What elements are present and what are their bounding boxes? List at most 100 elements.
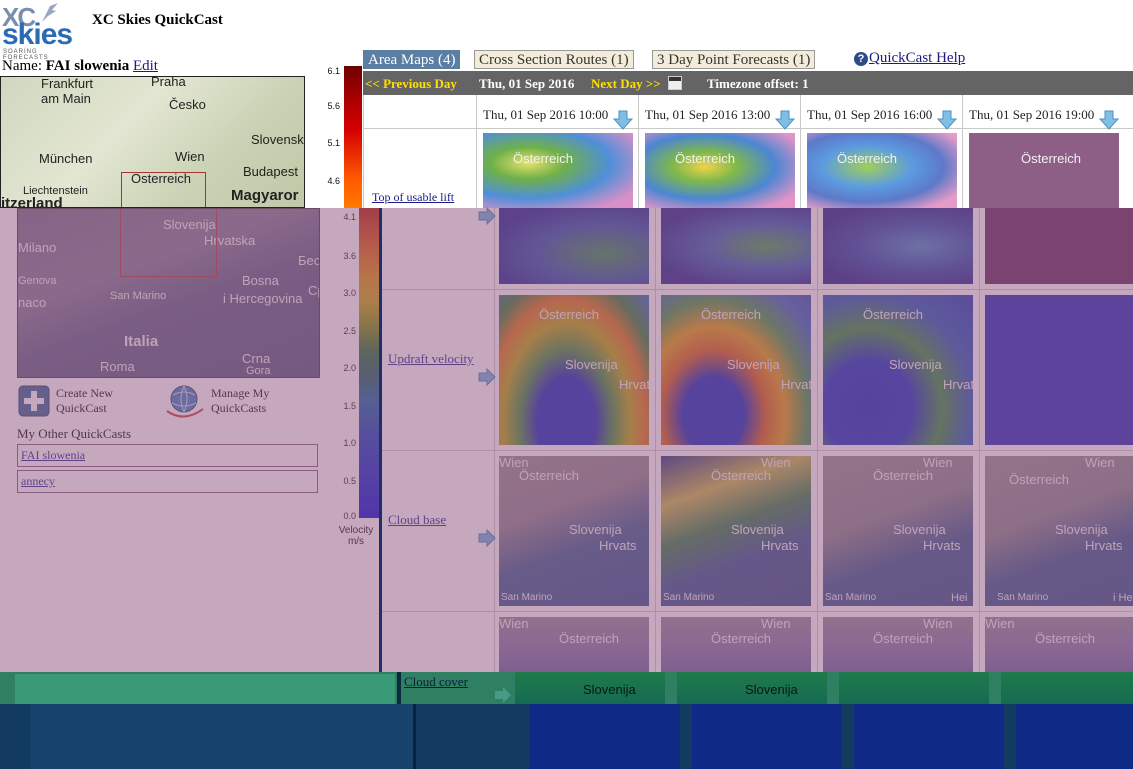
grid-line [382, 611, 1133, 612]
globe-manage-icon[interactable] [165, 383, 205, 419]
map-cloud-cover-1000[interactable]: Wien Österreich [499, 617, 649, 672]
map-top-lift-1600-lower[interactable] [823, 208, 973, 284]
grid-line [962, 95, 963, 208]
tab-area-maps[interactable]: Area Maps (4) [363, 50, 461, 69]
legend-tick: 1.5 [343, 401, 356, 411]
selection-rectangle[interactable] [120, 209, 217, 277]
map-updraft-1900[interactable] [985, 295, 1133, 445]
legend-tick: 5.1 [327, 138, 340, 148]
render-band-blue [0, 704, 1133, 769]
column-header-1000: Thu, 01 Sep 2016 10:00 [483, 107, 609, 122]
legend-tick: 3.0 [343, 288, 356, 298]
legend-tick: 4.6 [327, 176, 340, 186]
question-icon: ? [854, 52, 868, 66]
legend-tick: 3.6 [343, 251, 356, 261]
grid-line [363, 95, 364, 208]
edit-name-link[interactable]: Edit [133, 58, 158, 74]
timezone-offset: Timezone offset: 1 [707, 76, 809, 91]
tab-cross-section-routes[interactable]: Cross Section Routes (1) [474, 50, 634, 69]
map-top-lift-1300-lower[interactable] [661, 208, 811, 284]
area-minimap-lower[interactable]: Slovenija Hrvatska Milano Bosna i Herceg… [17, 208, 320, 378]
tab-point-forecasts[interactable]: 3 Day Point Forecasts (1) [652, 50, 816, 69]
grid-line [476, 95, 477, 208]
grid-line [494, 208, 495, 672]
grid-line [363, 128, 1133, 129]
map-top-lift-1300[interactable]: Österreich [645, 133, 795, 208]
map-cloud-cover-1900[interactable]: Wien Österreich [985, 617, 1133, 672]
page-title: XC Skies QuickCast [92, 12, 223, 28]
map-top-lift-1900-lower[interactable] [985, 208, 1133, 284]
area-minimap[interactable]: Praha Frankfurt am Main Česko Slovensk M… [0, 76, 305, 208]
grid-line [800, 95, 801, 208]
grid-line [979, 208, 980, 672]
selection-rectangle[interactable] [121, 172, 206, 207]
row-arrow-icon[interactable] [478, 207, 496, 225]
other-quickcasts-heading: My Other QuickCasts [17, 426, 132, 441]
download-arrow-icon[interactable] [613, 110, 633, 130]
download-arrow-icon[interactable] [775, 110, 795, 130]
row-label-cloud-base[interactable]: Cloud base [388, 512, 446, 528]
row-label-top-lift[interactable]: Top of usable lift [372, 190, 454, 205]
help-link-text[interactable]: QuickCast Help [869, 50, 965, 66]
row-arrow-icon[interactable] [478, 368, 496, 386]
map-cloud-base-1600[interactable]: Wien Österreich Slovenija Hrvats San Mar… [823, 456, 973, 606]
map-updraft-1600[interactable]: Österreich Slovenija Hrvats [823, 295, 973, 445]
row-label-cloud-cover[interactable]: Cloud cover [404, 674, 468, 690]
map-cloud-base-1000[interactable]: Wien Österreich Slovenija Hrvats San Mar… [499, 456, 649, 606]
download-arrow-icon[interactable] [937, 110, 957, 130]
legend-tick: 2.5 [343, 326, 356, 336]
list-item[interactable]: annecy [17, 470, 318, 493]
legend-tick: 0.0 [343, 511, 356, 521]
list-item[interactable]: FAI slowenia [17, 444, 318, 467]
legend-label: Velocity m/s [338, 525, 374, 547]
name-label: Name: [2, 58, 42, 74]
legend-tick: 4.1 [343, 212, 356, 222]
column-header-1300: Thu, 01 Sep 2016 13:00 [645, 107, 771, 122]
legend-tick: 5.6 [327, 101, 340, 111]
velocity-legend-top [344, 66, 362, 208]
grid-line [382, 450, 1133, 451]
map-cloud-cover-1600[interactable]: Wien Österreich [823, 617, 973, 672]
map-updraft-1000[interactable]: Österreich Slovenija Hrvats [499, 295, 649, 445]
row-arrow-icon[interactable] [494, 686, 512, 704]
map-cloud-base-1900[interactable]: Wien Österreich Slovenija Hrvats San Mar… [985, 456, 1133, 606]
row-label-updraft-velocity[interactable]: Updraft velocity [388, 351, 474, 367]
column-header-1600: Thu, 01 Sep 2016 16:00 [807, 107, 933, 122]
logo: XC skies SOARING FORECASTS [0, 0, 73, 62]
map-top-lift-1900[interactable]: Österreich [969, 133, 1119, 208]
map-label: Slovenija [583, 682, 636, 697]
quickcast-link[interactable]: FAI slowenia [21, 448, 85, 462]
quickcast-name: Name: FAI slowenia Edit [2, 58, 158, 75]
legend-tick: 1.0 [343, 438, 356, 448]
grid-line [655, 208, 656, 672]
legend-tick: 6.1 [327, 66, 340, 76]
legend-tick: 0.5 [343, 476, 356, 486]
quickcast-link[interactable]: annecy [21, 474, 55, 488]
velocity-legend [359, 208, 379, 518]
map-cloud-base-1300[interactable]: Wien Österreich Slovenija Hrvats San Mar… [661, 456, 811, 606]
map-top-lift-1000-lower[interactable] [499, 208, 649, 284]
create-new-plus-icon[interactable] [18, 385, 50, 417]
panel-divider [379, 208, 382, 672]
grid-line [382, 289, 1133, 290]
map-top-lift-1600[interactable]: Österreich [807, 133, 957, 208]
map-top-lift-1000[interactable]: Österreich [483, 133, 633, 208]
next-day-link[interactable]: Next Day >> [591, 76, 661, 92]
map-cloud-cover-1300[interactable]: Wien Österreich [661, 617, 811, 672]
legend-tick: 2.0 [343, 363, 356, 373]
create-new-quickcast-button[interactable]: Create New QuickCast [56, 386, 113, 416]
current-date: Thu, 01 Sep 2016 [479, 76, 575, 91]
help-link[interactable]: ? QuickCast Help [854, 50, 965, 67]
map-label: Slovenija [745, 682, 798, 697]
column-header-1900: Thu, 01 Sep 2016 19:00 [969, 107, 1095, 122]
logo-skies: skies [2, 18, 73, 51]
grid-line [817, 208, 818, 672]
manage-quickcasts-button[interactable]: Manage My QuickCasts [211, 386, 269, 416]
download-arrow-icon[interactable] [1099, 110, 1119, 130]
day-navigation-bar: << Previous Day Thu, 01 Sep 2016 Next Da… [363, 71, 1133, 95]
calendar-icon[interactable] [668, 76, 682, 90]
row-arrow-icon[interactable] [478, 529, 496, 547]
previous-day-link[interactable]: << Previous Day [365, 76, 457, 92]
map-updraft-1300[interactable]: Österreich Slovenija Hrvats [661, 295, 811, 445]
render-band-green: Cloud cover Slovenija Slovenija [0, 672, 1133, 704]
